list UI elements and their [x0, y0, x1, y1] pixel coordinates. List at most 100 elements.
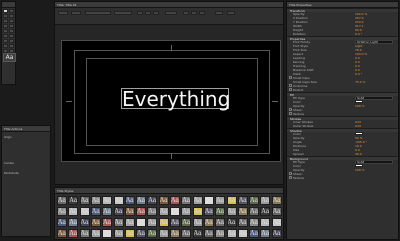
delete-anchor-tool[interactable]: [9, 29, 14, 33]
style-swatch[interactable]: Aa: [192, 229, 203, 238]
style-swatch[interactable]: Aa: [124, 229, 135, 238]
style-swatch[interactable]: Aa: [113, 196, 124, 205]
title-canvas[interactable]: Everything: [61, 40, 281, 162]
style-swatch[interactable]: Aa: [203, 207, 214, 216]
font-family-dropdown[interactable]: [85, 11, 111, 15]
style-swatch[interactable]: Aa: [136, 196, 147, 205]
style-swatch[interactable]: Aa: [158, 218, 169, 227]
style-swatch[interactable]: Aa: [170, 218, 180, 227]
style-swatch[interactable]: Aa: [90, 196, 101, 205]
rounded-rectangle-tool[interactable]: [9, 39, 14, 43]
arc-tool[interactable]: [9, 44, 14, 48]
style-swatch[interactable]: Aa: [79, 207, 90, 216]
style-swatch[interactable]: Aa: [136, 218, 147, 227]
color-swatch[interactable]: [355, 132, 363, 135]
style-swatch[interactable]: Aa: [57, 229, 67, 238]
selection-tool[interactable]: [3, 9, 8, 13]
property-checkbox[interactable]: [289, 108, 292, 111]
style-swatch[interactable]: Aa: [124, 207, 135, 216]
ellipse-tool[interactable]: [3, 49, 8, 53]
style-swatch[interactable]: Aa: [181, 207, 192, 216]
style-swatch[interactable]: Aa: [136, 207, 147, 216]
type-tool[interactable]: [3, 14, 8, 18]
color-swatch[interactable]: [355, 164, 363, 167]
rectangle-tool[interactable]: [3, 39, 8, 43]
style-swatch[interactable]: Aa: [237, 229, 248, 238]
style-swatch[interactable]: Aa: [158, 196, 169, 205]
property-value[interactable]: 0.0 °: [355, 32, 362, 36]
text-object-bounding-box[interactable]: Everything: [121, 88, 230, 110]
style-swatch[interactable]: Aa: [260, 196, 271, 205]
tab-stops-button[interactable]: [215, 11, 223, 15]
style-swatch[interactable]: Aa: [124, 196, 135, 205]
font-size-field[interactable]: [165, 11, 177, 15]
new-title-button[interactable]: [58, 11, 68, 15]
pen-tool[interactable]: [3, 29, 8, 33]
align-right-button[interactable]: [199, 11, 205, 15]
style-swatch[interactable]: Aa: [271, 218, 282, 227]
italic-button[interactable]: [145, 11, 151, 15]
style-swatch[interactable]: Aa: [260, 207, 271, 216]
style-swatch[interactable]: Aa: [136, 229, 147, 238]
style-swatch[interactable]: Aa: [203, 218, 214, 227]
vertical-type-tool[interactable]: [9, 14, 14, 18]
style-swatch[interactable]: Aa: [113, 207, 124, 216]
style-swatch[interactable]: Aa: [57, 196, 67, 205]
style-swatch[interactable]: Aa: [79, 196, 90, 205]
style-swatch[interactable]: Aa: [181, 229, 192, 238]
style-swatch[interactable]: Aa: [226, 196, 237, 205]
align-left-button[interactable]: [183, 11, 189, 15]
color-swatch[interactable]: [355, 100, 363, 103]
style-swatch[interactable]: Aa: [215, 229, 226, 238]
style-swatch[interactable]: Aa: [226, 229, 237, 238]
roll-crawl-button[interactable]: [71, 11, 81, 15]
style-swatch[interactable]: Aa: [215, 196, 226, 205]
style-swatch[interactable]: Aa: [158, 229, 169, 238]
style-swatch[interactable]: Aa: [203, 196, 214, 205]
convert-anchor-tool[interactable]: [9, 34, 14, 38]
style-swatch[interactable]: Aa: [147, 218, 158, 227]
style-swatch[interactable]: Aa: [271, 229, 282, 238]
style-swatch[interactable]: Aa: [102, 218, 113, 227]
style-swatch[interactable]: Aa: [237, 207, 248, 216]
font-style-dropdown[interactable]: [114, 11, 132, 15]
style-swatch[interactable]: Aa: [226, 207, 237, 216]
style-swatch[interactable]: Aa: [226, 218, 237, 227]
style-swatch[interactable]: Aa: [203, 229, 214, 238]
property-checkbox[interactable]: [289, 176, 292, 179]
style-swatch[interactable]: Aa: [249, 218, 260, 227]
style-swatch[interactable]: Aa: [170, 229, 180, 238]
line-tool[interactable]: [9, 49, 14, 53]
style-swatch[interactable]: Aa: [68, 207, 79, 216]
style-swatch[interactable]: Aa: [158, 207, 169, 216]
style-swatch[interactable]: Aa: [181, 196, 192, 205]
style-swatch[interactable]: Aa: [90, 229, 101, 238]
style-swatch[interactable]: Aa: [102, 196, 113, 205]
style-swatch[interactable]: Aa: [113, 229, 124, 238]
style-swatch[interactable]: Aa: [147, 229, 158, 238]
wedge-tool[interactable]: [3, 44, 8, 48]
style-swatch[interactable]: Aa: [181, 218, 192, 227]
style-swatch[interactable]: Aa: [260, 229, 271, 238]
style-swatch[interactable]: Aa: [237, 218, 248, 227]
property-checkbox[interactable]: [289, 172, 292, 175]
property-value[interactable]: Add: [355, 124, 361, 128]
style-swatch[interactable]: Aa: [102, 229, 113, 238]
area-type-tool[interactable]: [3, 19, 8, 23]
style-swatch[interactable]: Aa: [90, 207, 101, 216]
style-swatch[interactable]: Aa: [192, 196, 203, 205]
style-swatch[interactable]: Aa: [57, 218, 67, 227]
style-swatch[interactable]: Aa: [271, 207, 282, 216]
style-swatch[interactable]: Aa: [68, 196, 79, 205]
style-swatch[interactable]: Aa: [192, 218, 203, 227]
show-background-video-button[interactable]: [227, 11, 235, 15]
style-swatch[interactable]: Aa: [170, 207, 180, 216]
title-text[interactable]: Everything: [122, 89, 230, 110]
vertical-area-type-tool[interactable]: [9, 19, 14, 23]
add-anchor-tool[interactable]: [3, 34, 8, 38]
property-value[interactable]: 30.0: [355, 152, 362, 156]
bold-button[interactable]: [137, 11, 143, 15]
style-swatch[interactable]: Aa: [249, 196, 260, 205]
style-swatch[interactable]: Aa: [271, 196, 282, 205]
style-swatch[interactable]: Aa: [237, 196, 248, 205]
